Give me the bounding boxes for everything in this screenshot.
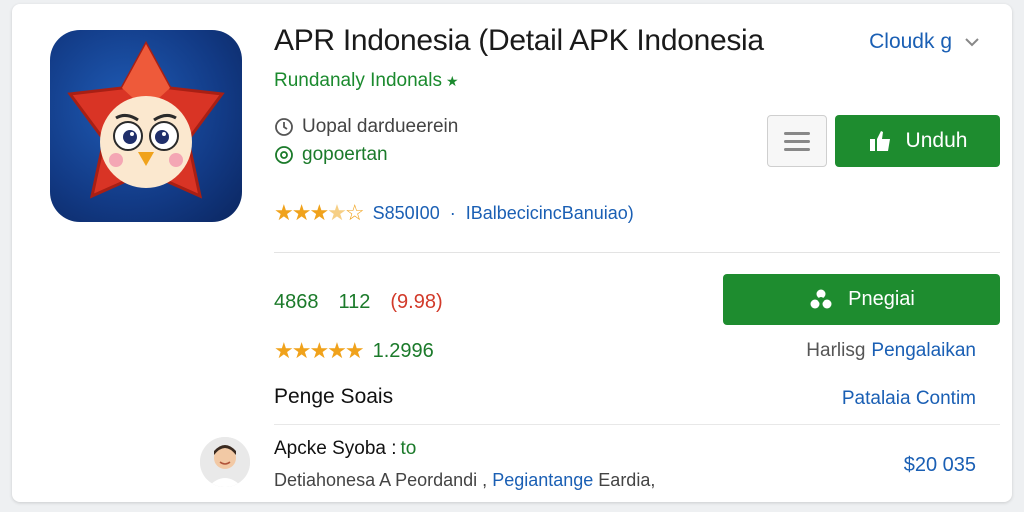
app-icon[interactable] (50, 30, 242, 222)
app-detail-card: APR Indonesia (Detail APK Indonesia Clou… (12, 4, 1012, 502)
harlisg-row: Harlisg Pengalaikan (806, 340, 976, 362)
rating-value: 1.2996 (372, 339, 434, 362)
menu-button[interactable] (767, 115, 827, 167)
rating-stars-2: ★★★★★ (274, 338, 365, 363)
verified-star-icon: ★ (445, 73, 459, 89)
rating-count[interactable]: S850I00 (373, 203, 440, 224)
secondary-label: Pnegiai (848, 288, 915, 310)
rating-stars: ★★★★☆ (274, 200, 365, 225)
avatar[interactable] (200, 437, 250, 487)
clock-icon (274, 117, 294, 137)
review-text-prefix: Detiahonesa A Peordandi , (274, 470, 488, 490)
meta-text-1: Uopal dardueerein (302, 116, 459, 137)
section-link[interactable]: Patalaia Contim (842, 388, 976, 410)
stat-c: (9.98) (390, 291, 443, 313)
at-icon (274, 145, 294, 165)
rating-separator: · (449, 202, 456, 223)
meta-row-2: gopoertan (274, 144, 388, 166)
divider (274, 424, 1000, 425)
download-button[interactable]: Unduh (835, 115, 1000, 167)
divider (274, 252, 1000, 253)
meta-text-2: gopoertan (302, 144, 388, 165)
harlisg-label: Harlisg (806, 340, 866, 361)
hamburger-line (784, 147, 810, 151)
review-text: Detiahonesa A Peordandi , Pegiantange Ea… (274, 470, 655, 491)
review-price[interactable]: $20 035 (904, 454, 976, 477)
meta-row-1: Uopal dardueerein (274, 116, 458, 138)
harlisg-link[interactable]: Pengalaikan (871, 340, 976, 361)
developer-link[interactable]: Rundanaly Indonals ★ (274, 70, 459, 92)
secondary-button[interactable]: Pnegiai (723, 274, 1000, 325)
stat-a: 4868 (274, 291, 319, 313)
hamburger-line (784, 131, 810, 135)
hamburger-line (784, 139, 810, 143)
chevron-down-icon[interactable] (962, 32, 982, 52)
rating-row: ★★★★☆ S850I00 · IBalbecicincBanuiao) (274, 200, 634, 226)
review-author: Apcke Syoba : to (274, 438, 416, 460)
top-link[interactable]: Cloudk g (869, 30, 952, 54)
review-author-name: Apcke Syoba : (274, 438, 397, 459)
review-text-suffix: Eardia, (598, 470, 656, 490)
review-text-link[interactable]: Pegiantange (492, 470, 593, 490)
stat-b: 112 (338, 291, 371, 313)
app-title: APR Indonesia (Detail APK Indonesia (274, 24, 764, 57)
stats-row: 4868 112 (9.98) (274, 291, 443, 314)
section-title: Penge Soais (274, 385, 394, 408)
review-tag: to (400, 438, 417, 459)
thumb-up-icon (868, 129, 892, 153)
rating-link[interactable]: IBalbecicincBanuiao) (466, 203, 634, 224)
red-star-owl-icon (67, 40, 225, 199)
gear-icon (808, 287, 834, 313)
developer-name: Rundanaly Indonals (274, 70, 442, 91)
download-label: Unduh (905, 129, 968, 152)
rating-row-2: ★★★★★ 1.2996 (274, 338, 434, 364)
